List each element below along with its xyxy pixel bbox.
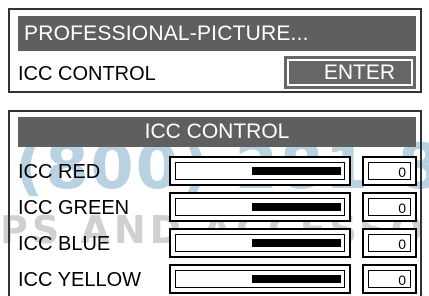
slider-fill (251, 239, 341, 247)
icc-red-slider[interactable] (169, 156, 351, 186)
icc-red-label: ICC RED (18, 161, 101, 183)
slider-fill (251, 275, 341, 283)
slider-track (175, 270, 345, 288)
icc-red-value[interactable]: 0 (362, 156, 417, 186)
icc-panel-title: ICC CONTROL (18, 117, 416, 147)
enter-button-label: ENTER (287, 59, 413, 86)
slider-track (175, 198, 345, 216)
value-text: 0 (368, 198, 411, 216)
enter-button[interactable]: ENTER (284, 56, 416, 89)
value-text: 0 (368, 162, 411, 180)
icc-green-label: ICC GREEN (18, 197, 130, 219)
menu-title: PROFESSIONAL-PICTURE... (18, 16, 416, 51)
icc-green-slider[interactable] (169, 192, 351, 222)
icc-yellow-label: ICC YELLOW (18, 269, 141, 291)
value-text: 0 (368, 234, 411, 252)
value-text: 0 (368, 270, 411, 288)
slider-track (175, 162, 345, 180)
icc-blue-value[interactable]: 0 (362, 228, 417, 258)
icc-green-value[interactable]: 0 (362, 192, 417, 222)
slider-fill (251, 167, 341, 175)
icc-blue-label: ICC BLUE (18, 233, 111, 255)
icc-yellow-slider[interactable] (169, 264, 351, 294)
icc-control-label: ICC CONTROL (18, 63, 156, 85)
slider-track (175, 234, 345, 252)
icc-blue-slider[interactable] (169, 228, 351, 258)
icc-yellow-value[interactable]: 0 (362, 264, 417, 294)
slider-fill (251, 203, 341, 211)
